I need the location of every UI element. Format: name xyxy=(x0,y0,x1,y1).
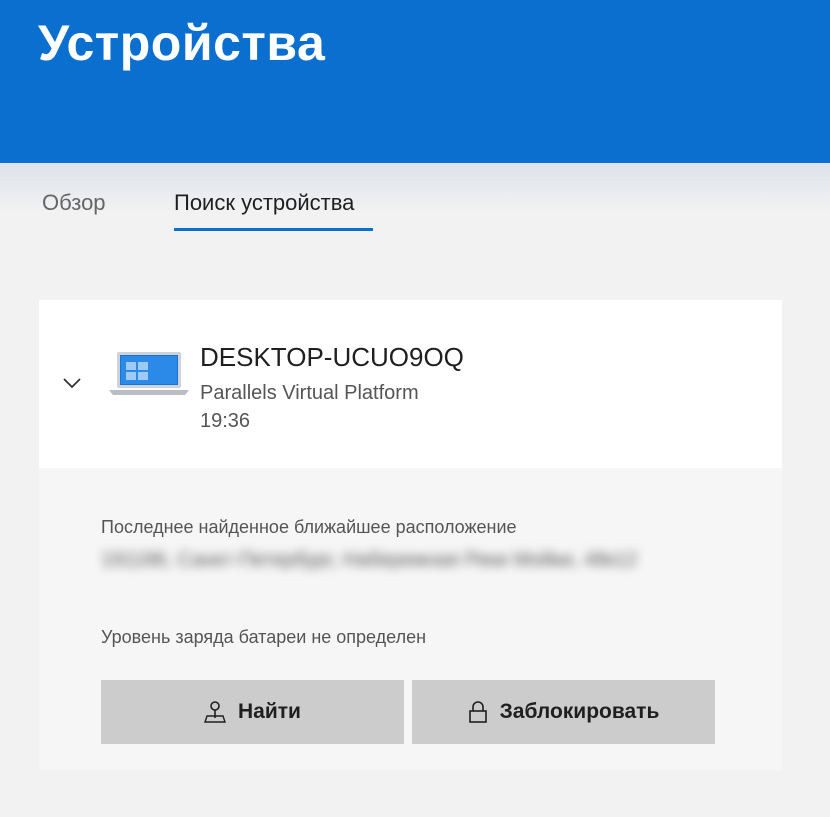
device-name: DESKTOP-UCUO9OQ xyxy=(200,342,464,372)
location-value-blurred: 191186, Санкт-Петербург, Набережная Реки… xyxy=(101,549,638,571)
device-summary[interactable]: DESKTOP-UCUO9OQ Parallels Virtual Platfo… xyxy=(39,300,782,468)
device-card: DESKTOP-UCUO9OQ Parallels Virtual Platfo… xyxy=(39,300,782,770)
laptop-icon xyxy=(109,350,189,398)
device-last-seen-time: 19:36 xyxy=(200,410,251,432)
find-button-label: Найти xyxy=(238,700,301,723)
page-title: Устройства xyxy=(38,15,326,71)
lock-button[interactable]: Заблокировать xyxy=(412,680,715,744)
location-label: Последнее найденное ближайшее расположен… xyxy=(101,517,517,537)
chevron-down-icon[interactable] xyxy=(61,372,83,394)
lock-button-label: Заблокировать xyxy=(499,700,660,723)
battery-status: Уровень заряда батареи не определен xyxy=(101,627,427,647)
tab-overview[interactable]: Обзор xyxy=(42,190,106,216)
lock-icon xyxy=(468,701,487,723)
selected-tab-indicator xyxy=(174,228,373,231)
tab-find-device[interactable]: Поиск устройства xyxy=(174,190,354,216)
page-header: Устройства xyxy=(0,0,830,163)
tab-bar: Обзор Поиск устройства xyxy=(0,190,830,240)
device-model: Parallels Virtual Platform xyxy=(200,382,419,404)
find-button[interactable]: Найти xyxy=(101,680,404,744)
map-pin-icon xyxy=(204,701,226,723)
